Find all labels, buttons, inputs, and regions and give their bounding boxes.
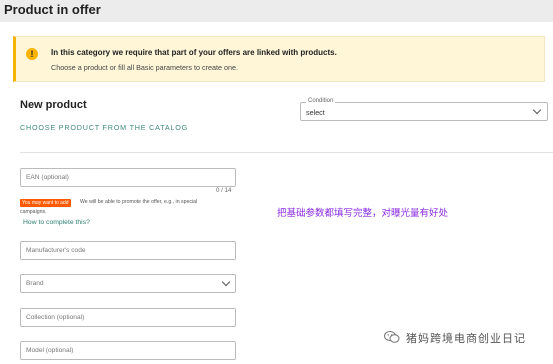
manufacturer-code-input[interactable]: Manufacturer's code: [20, 241, 236, 260]
brand-select[interactable]: Brand: [20, 274, 236, 293]
condition-label: Condition: [306, 98, 336, 104]
info-alert: In this category we require that part of…: [13, 36, 545, 82]
collection-input[interactable]: Collection (optional): [20, 308, 236, 327]
condition-select[interactable]: Condition select: [300, 98, 548, 121]
ean-char-counter: 0 / 14: [216, 187, 232, 194]
watermark-text: 猪妈跨境电商创业日记: [406, 332, 526, 345]
annotation-text: 把基础参数都填写完整，对曝光量有好处: [277, 208, 449, 219]
ean-input[interactable]: EAN (optional): [20, 168, 236, 187]
brand-placeholder: Brand: [26, 280, 44, 287]
promo-badge: You may want to add: [20, 199, 71, 207]
model-input[interactable]: Model (optional): [20, 341, 236, 360]
watermark: 猪妈跨境电商创业日记: [384, 329, 548, 347]
manufacturer-code-placeholder: Manufacturer's code: [26, 247, 86, 254]
promo-text: We will be able to promote the offer, e.…: [80, 199, 198, 205]
new-product-title: New product: [20, 99, 87, 111]
promo-text-cont: campaigns.: [20, 209, 47, 215]
ean-placeholder: EAN (optional): [26, 174, 69, 181]
how-to-complete-link[interactable]: How to complete this?: [23, 219, 90, 226]
page-title: Product in offer: [4, 2, 101, 17]
chevron-down-icon: [532, 105, 542, 115]
divider: [20, 152, 553, 153]
alert-body: Choose a product or fill all Basic param…: [51, 63, 238, 72]
chevron-down-icon: [221, 277, 231, 287]
warning-icon: [26, 48, 38, 60]
choose-from-catalog-link[interactable]: CHOOSE PRODUCT FROM THE CATALOG: [20, 123, 188, 132]
wechat-icon: [384, 331, 400, 343]
collection-placeholder: Collection (optional): [26, 314, 85, 321]
alert-title: In this category we require that part of…: [51, 48, 337, 57]
model-placeholder: Model (optional): [26, 347, 74, 354]
condition-value: select: [306, 108, 325, 117]
